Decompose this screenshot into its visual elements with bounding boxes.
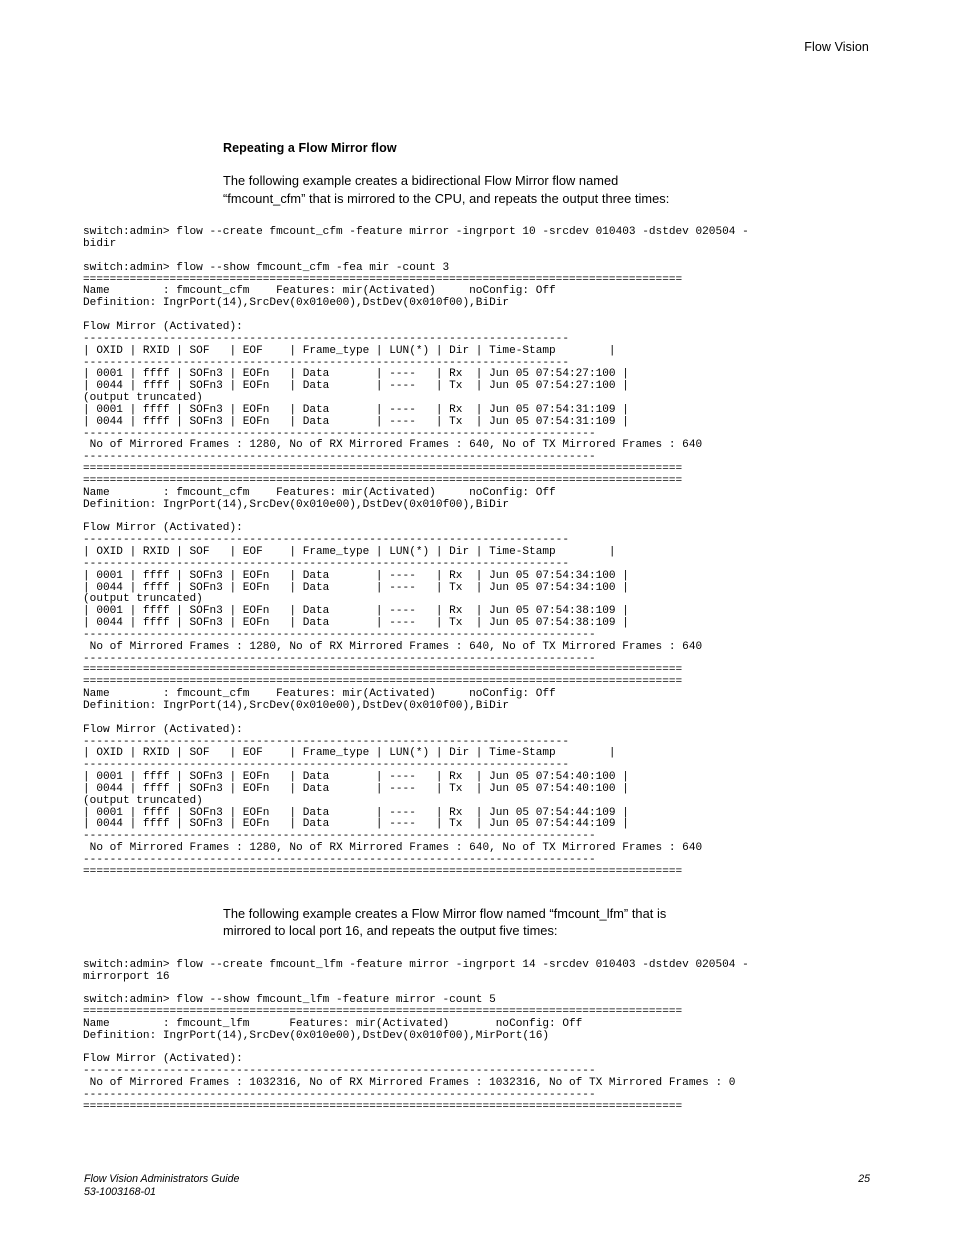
running-header-title: Flow Vision xyxy=(804,40,869,54)
cli-output-block-2: switch:admin> flow --create fmcount_lfm … xyxy=(83,958,749,1113)
page-footer: Flow Vision Administrators Guide 53-1003… xyxy=(84,1173,870,1207)
intro-paragraph-2: The following example creates a Flow Mir… xyxy=(223,905,667,939)
intro-paragraph-1: The following example creates a bidirect… xyxy=(223,173,670,206)
page-content: Repeating a Flow Mirror flow The followi… xyxy=(0,140,954,1114)
cli-output-block-1: switch:admin> flow --create fmcount_cfm … xyxy=(83,226,749,878)
section-intro-block-2: The following example creates a Flow Mir… xyxy=(223,905,693,940)
footer-document-number: 53-1003168-01 xyxy=(84,1186,156,1198)
document-page: Flow Vision Repeating a Flow Mirror flow… xyxy=(0,0,954,1235)
section-heading: Repeating a Flow Mirror flow xyxy=(223,141,397,155)
section-intro-block: Repeating a Flow Mirror flow The followi… xyxy=(223,140,693,207)
footer-guide-title: Flow Vision Administrators Guide xyxy=(84,1173,240,1185)
footer-page-number: 25 xyxy=(858,1173,870,1185)
footer-document-info: Flow Vision Administrators Guide 53-1003… xyxy=(84,1173,239,1199)
